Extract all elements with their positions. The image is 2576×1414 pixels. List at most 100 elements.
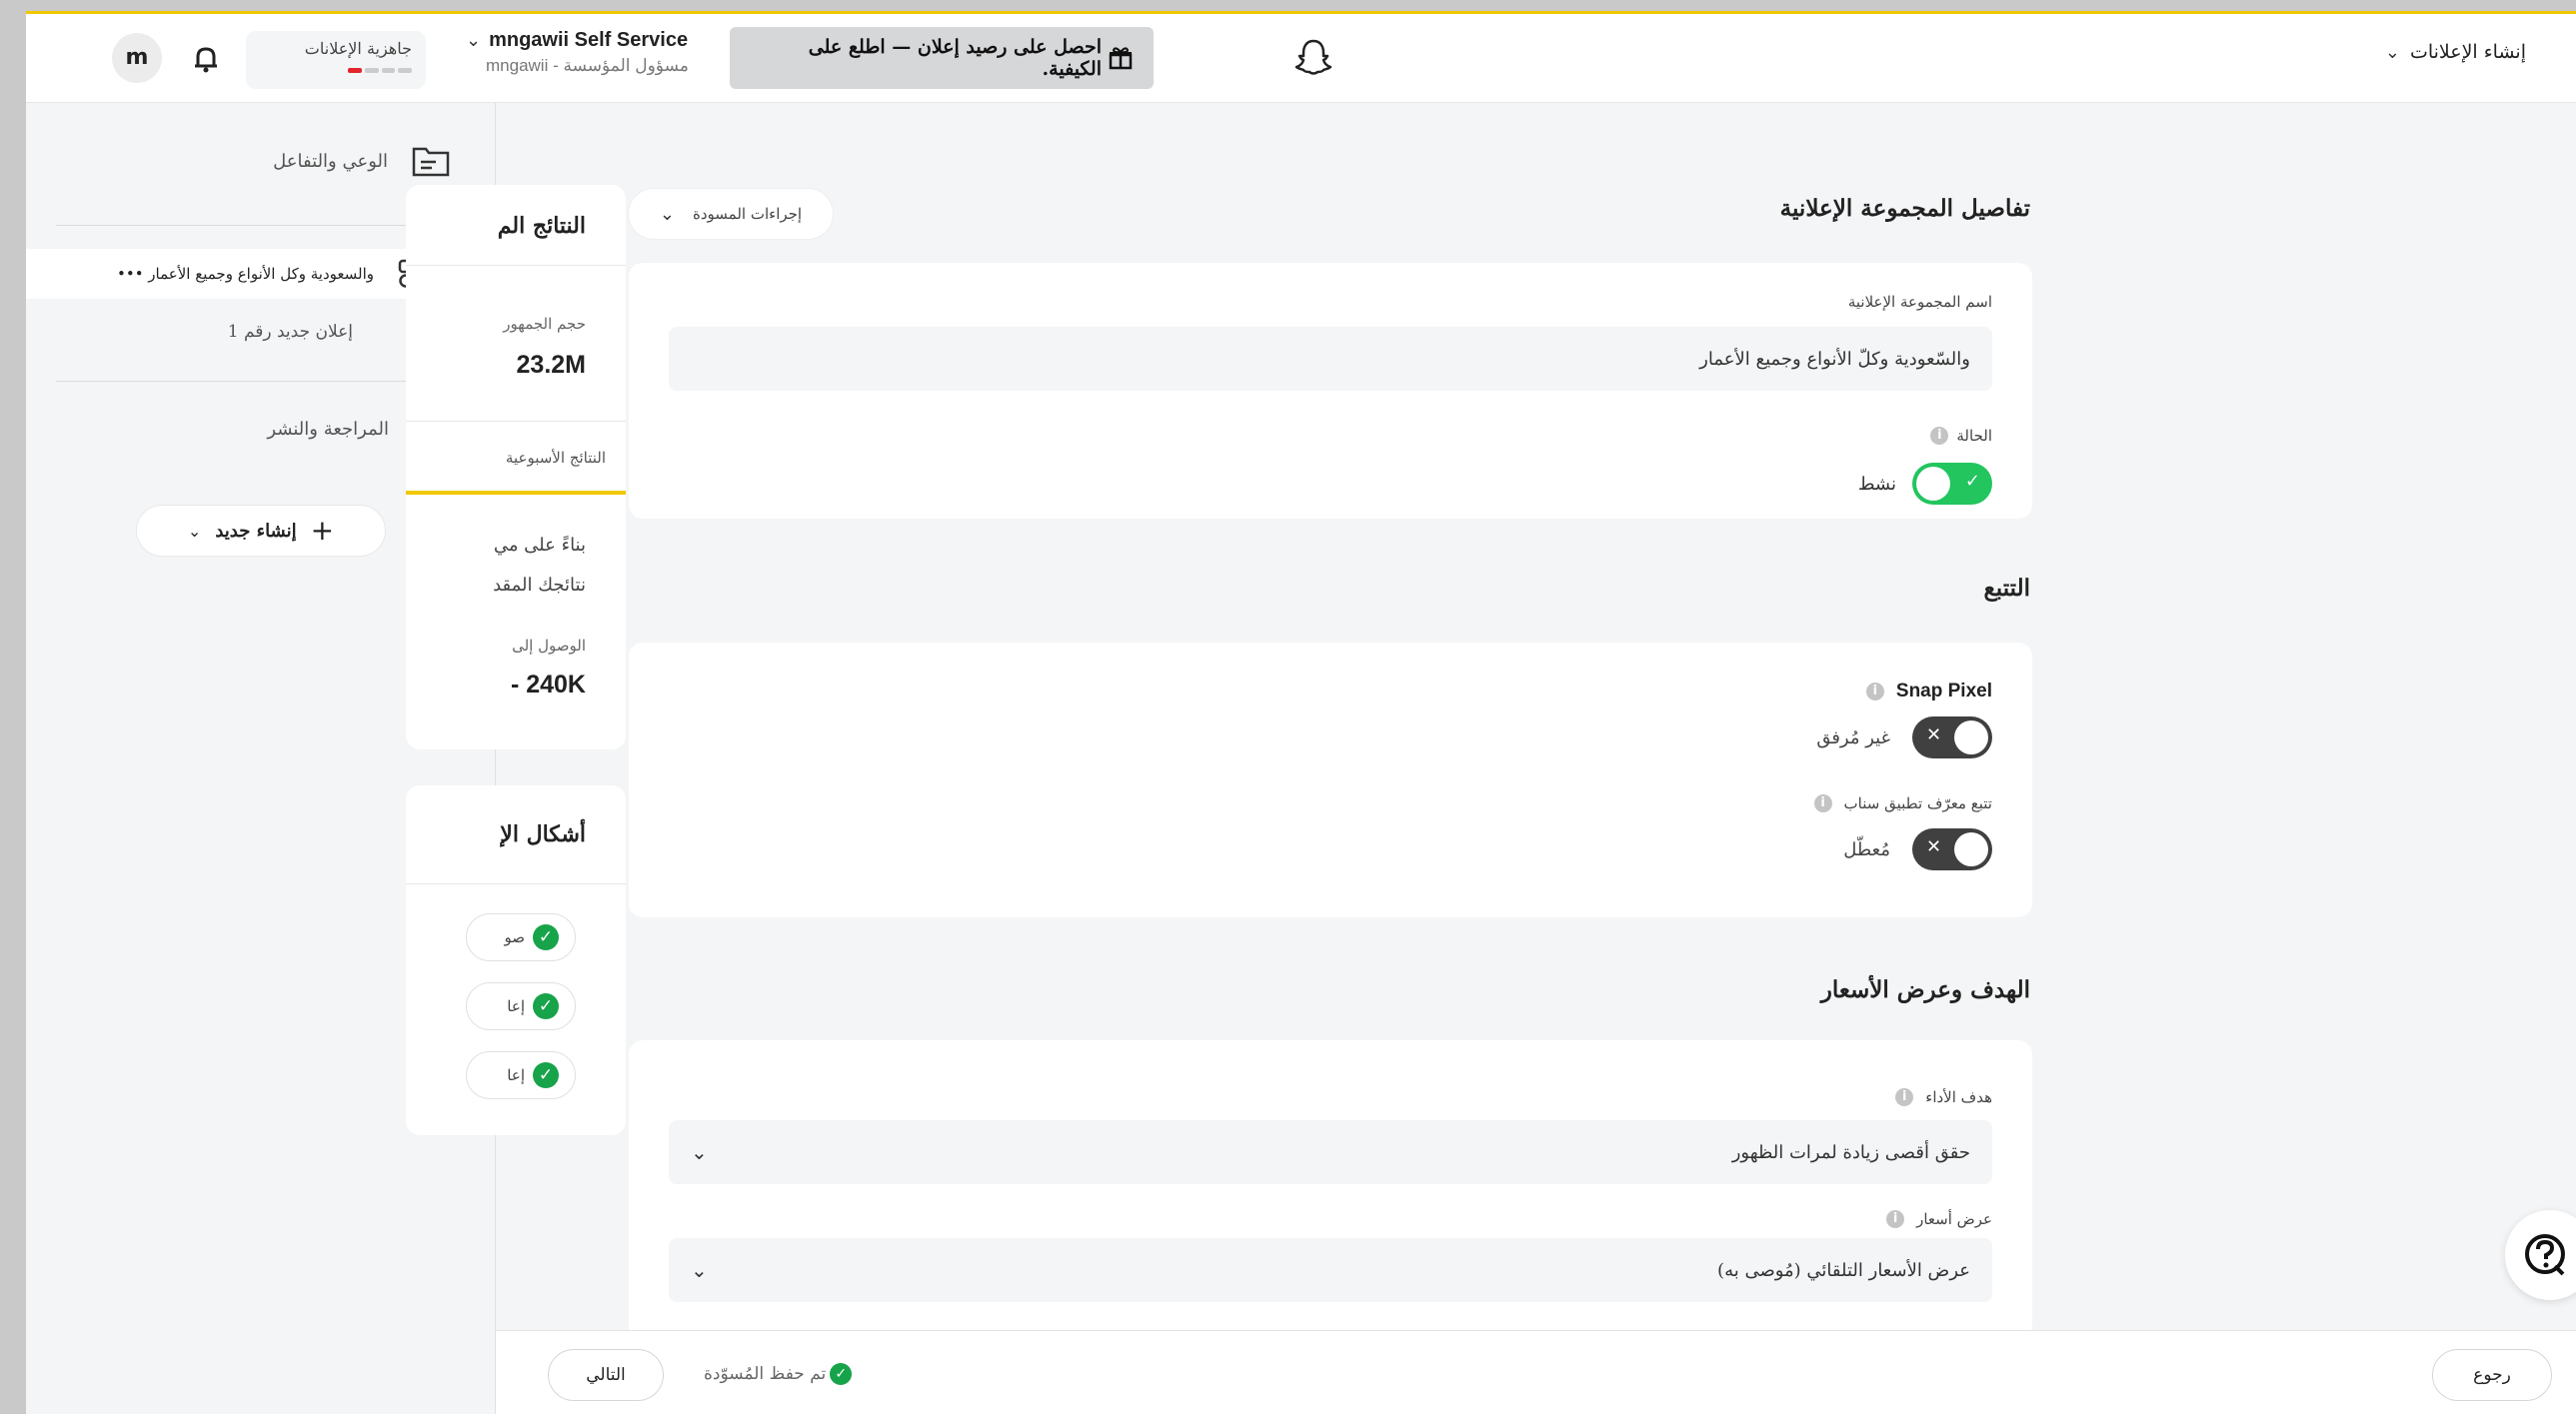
checkmark-icon: ✓ — [1964, 471, 1980, 492]
goal-label-row: هدف الأداء i — [1895, 1088, 1992, 1106]
reach-label: الوصول إلى — [512, 637, 586, 655]
x-icon: ✕ — [1926, 836, 1942, 857]
ads-readiness-button[interactable]: جاهزية الإعلانات — [246, 31, 426, 89]
draft-saved-label: تم حفظ المُسوّدة — [704, 1364, 827, 1384]
snap-pixel-label: Snap Pixel — [1895, 681, 1992, 702]
format-chip[interactable]: إعا ✓ — [466, 1051, 576, 1099]
account-name: mngawii Self Service — [489, 29, 689, 51]
readiness-progress — [260, 68, 412, 73]
audience-size-label: حجم الجمهور — [503, 315, 586, 333]
panel-divider — [406, 265, 626, 266]
info-icon[interactable]: i — [1930, 427, 1949, 445]
ad-set-name-value: والسّعودية وكلّ الأنواع وجميع الأعمار — [1699, 348, 1970, 370]
sidebar-item-label: والسعودية وكل الأنواع وجميع الأعمار ••• — [117, 265, 374, 283]
formats-title: أشكال الإ — [500, 821, 586, 847]
app-id-toggle-row: ✕ مُعطّل — [1843, 828, 1992, 870]
audience-size-value: 23.2M — [516, 351, 586, 379]
help-icon — [2523, 1232, 2567, 1276]
app-id-label: تتبع معرّف تطبيق سناب — [1843, 794, 1992, 812]
status-label: الحالة — [1956, 427, 1992, 445]
account-switcher[interactable]: ⌄ mngawii Self Service mngawii - مسؤول ا… — [466, 29, 726, 89]
check-circle-icon: ✓ — [830, 1363, 853, 1385]
ads-readiness-label: جاهزية الإعلانات — [304, 39, 412, 58]
app-id-toggle[interactable]: ✕ — [1912, 828, 1992, 870]
promo-banner[interactable]: احصل على رصيد إعلان — اطلع على الكيفية. — [730, 27, 1154, 89]
bid-value: عرض الأسعار التلقائي (مُوصى به) — [1717, 1259, 1970, 1281]
goal-select[interactable]: حقق أقصى زيادة لمرات الظهور ⌄ — [669, 1120, 1992, 1184]
status-value: نشط — [1857, 473, 1896, 495]
x-icon: ✕ — [1926, 724, 1942, 745]
goal-value: حقق أقصى زيادة لمرات الظهور — [1731, 1141, 1970, 1163]
help-button[interactable] — [2505, 1210, 2576, 1300]
snap-pixel-label-row: Snap Pixel i — [1865, 681, 1992, 703]
chevron-down-icon: ⌄ — [466, 30, 482, 51]
info-icon[interactable]: i — [1895, 1088, 1914, 1106]
tracking-card: Snap Pixel i ✕ غير مُرفق تتبع معرّف تطبي… — [629, 643, 2032, 917]
status-label-row: الحالة i — [1930, 427, 1992, 445]
format-chip[interactable]: إعا ✓ — [466, 982, 576, 1030]
ad-formats-panel: أشكال الإ صو ✓ إعا ✓ إعا ✓ — [406, 785, 626, 1135]
sidebar-item-awareness[interactable]: الوعي والتفاعل — [273, 145, 450, 177]
ad-set-name-input[interactable]: والسّعودية وكلّ الأنواع وجميع الأعمار — [669, 327, 1992, 391]
avatar-letter: m — [125, 45, 149, 70]
goal-label: هدف الأداء — [1925, 1088, 1992, 1106]
ad-set-details-card: اسم المجموعة الإعلانية والسّعودية وكلّ ا… — [629, 263, 2032, 519]
format-chip-label: إعا — [507, 1066, 525, 1084]
estimated-results-panel: النتائج الم حجم الجمهور 23.2M النتائج ال… — [406, 185, 626, 749]
snap-pixel-toggle-row: ✕ غير مُرفق — [1816, 716, 1992, 758]
reach-value: - 240K — [510, 671, 586, 699]
panel-divider — [406, 421, 626, 422]
app-id-label-row: تتبع معرّف تطبيق سناب i — [1813, 794, 1992, 812]
top-bar: m جاهزية الإعلانات ⌄ mngawii Self Servic… — [26, 11, 2576, 103]
results-title: النتائج الم — [497, 213, 586, 239]
create-new-button[interactable]: + إنشاء جديد ⌄ — [136, 505, 386, 557]
check-circle-icon: ✓ — [533, 1062, 559, 1088]
avatar[interactable]: m — [112, 33, 162, 83]
promo-text: احصل على رصيد إعلان — اطلع على الكيفية. — [808, 36, 1102, 80]
next-button[interactable]: التالي — [548, 1349, 664, 1401]
gift-icon — [1108, 45, 1134, 71]
bid-label-row: عرض أسعار i — [1886, 1210, 1992, 1228]
snap-pixel-status: غير مُرفق — [1816, 726, 1890, 748]
chevron-down-icon: ⌄ — [691, 1140, 708, 1164]
section-title-ad-set-details: تفاصيل المجموعة الإعلانية — [1779, 195, 2030, 222]
plus-icon: + — [310, 514, 335, 547]
panel-divider — [406, 883, 626, 884]
snapchat-logo-icon[interactable] — [1291, 35, 1335, 79]
back-button[interactable]: رجوع — [2432, 1349, 2552, 1401]
sidebar-item-label: الوعي والتفاعل — [273, 150, 388, 172]
tab-active-underline — [406, 491, 626, 495]
bell-icon[interactable] — [186, 39, 226, 79]
status-toggle[interactable]: ✓ — [1912, 463, 1992, 505]
create-new-label: إنشاء جديد — [215, 520, 297, 542]
next-label: التالي — [586, 1365, 626, 1385]
results-text-line: نتائجك المقد — [493, 575, 586, 596]
info-icon[interactable]: i — [1865, 683, 1884, 701]
ad-set-name-label: اسم المجموعة الإعلانية — [1847, 293, 1992, 311]
create-ads-label: إنشاء الإعلانات — [2409, 41, 2526, 63]
tab-weekly-results[interactable]: النتائج الأسبوعية — [506, 449, 606, 467]
draft-actions-label: إجراءات المسودة — [693, 205, 803, 223]
check-circle-icon: ✓ — [533, 924, 559, 950]
chevron-down-icon: ⌄ — [187, 521, 202, 541]
footer-bar: التالي ✓ تم حفظ المُسوّدة رجوع — [496, 1330, 2576, 1414]
info-icon[interactable]: i — [1886, 1210, 1905, 1228]
status-toggle-row: ✓ نشط — [1858, 463, 1992, 505]
snap-pixel-toggle[interactable]: ✕ — [1912, 716, 1992, 758]
info-icon[interactable]: i — [1813, 794, 1832, 812]
back-label: رجوع — [2473, 1365, 2511, 1385]
chevron-down-icon: ⌄ — [691, 1258, 708, 1282]
create-ads-menu[interactable]: إنشاء الإعلانات ⌄ — [2385, 41, 2526, 63]
draft-saved-status: ✓ تم حفظ المُسوّدة — [704, 1363, 853, 1385]
account-subtitle: mngawii - مسؤول المؤسسة — [486, 56, 689, 75]
format-chip-label: إعا — [507, 997, 525, 1015]
format-chip[interactable]: صو ✓ — [466, 913, 576, 961]
results-text-line: بناءً على مي — [493, 535, 586, 556]
sidebar-divider — [56, 381, 466, 382]
section-title-goal-bidding: الهدف وعرض الأسعار — [1820, 976, 2030, 1003]
bid-select[interactable]: عرض الأسعار التلقائي (مُوصى به) ⌄ — [669, 1238, 1992, 1302]
sidebar-divider — [56, 225, 466, 226]
sidebar-item-label: المراجعة والنشر — [267, 418, 389, 440]
chevron-down-icon: ⌄ — [2384, 41, 2400, 63]
draft-actions-dropdown[interactable]: إجراءات المسودة ⌄ — [628, 188, 834, 240]
